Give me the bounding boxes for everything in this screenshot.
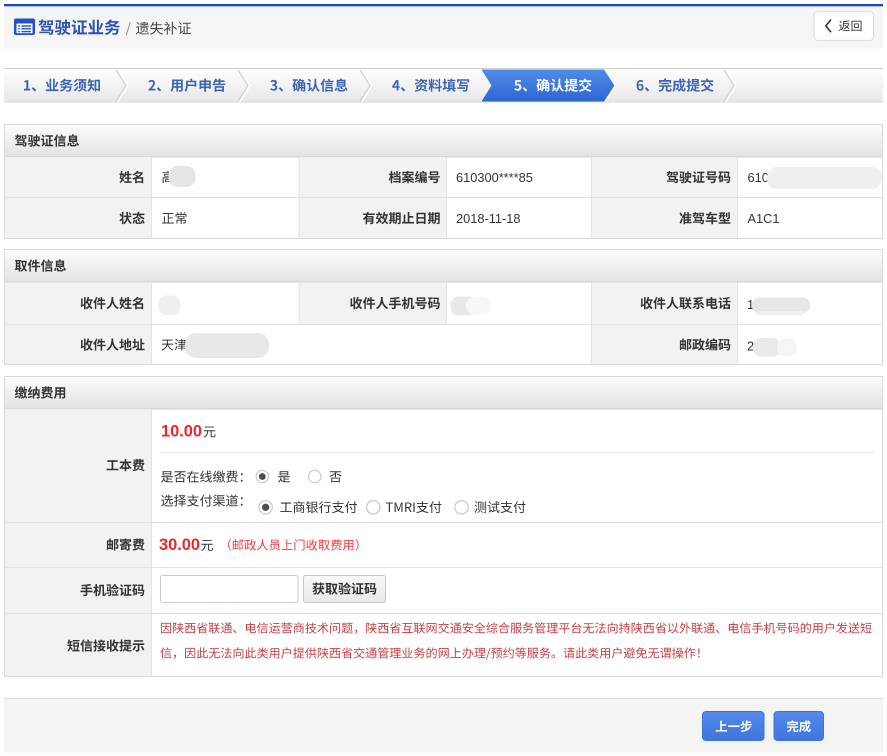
svg-text:10.00: 10.00	[161, 423, 202, 441]
svg-text:2018-11-18: 2018-11-18	[456, 211, 521, 226]
svg-text:30.00: 30.00	[159, 536, 200, 554]
svg-text:610: 610	[748, 170, 769, 185]
svg-text:A1C1: A1C1	[748, 211, 780, 226]
svg-text:610300****85: 610300****85	[456, 170, 533, 185]
